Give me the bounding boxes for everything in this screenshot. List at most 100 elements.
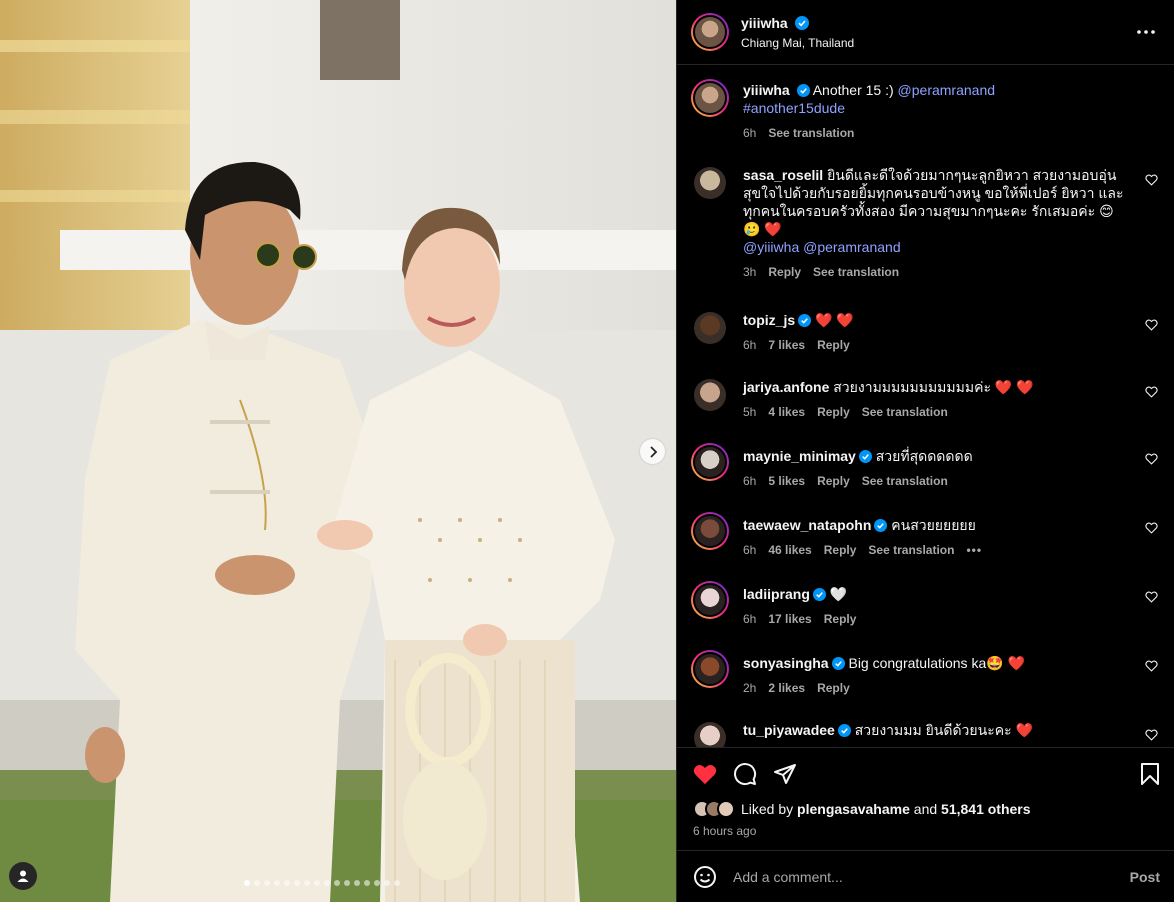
carousel-dot bbox=[364, 880, 370, 886]
comment-button[interactable] bbox=[733, 762, 757, 786]
save-button[interactable] bbox=[1138, 762, 1162, 786]
comment-time[interactable]: 6h bbox=[743, 610, 756, 628]
comment-meta: 2h 2 likes Reply bbox=[743, 679, 1132, 697]
comment-like-heart-icon[interactable] bbox=[1145, 453, 1158, 465]
likes-summary[interactable]: Liked by plengasavahame and 51,841 other… bbox=[693, 800, 1162, 818]
comment-meta: 6h 17 likes Reply bbox=[743, 610, 1132, 628]
reply-button[interactable]: Reply bbox=[817, 679, 850, 697]
comment-likes[interactable]: 5 likes bbox=[768, 472, 805, 490]
caption-avatar[interactable] bbox=[691, 79, 729, 117]
reply-button[interactable]: Reply bbox=[824, 610, 857, 628]
reply-button[interactable]: Reply bbox=[817, 472, 850, 490]
see-translation-button[interactable]: See translation bbox=[868, 541, 954, 559]
reply-button[interactable]: Reply bbox=[824, 541, 857, 559]
comment-like-heart-icon[interactable] bbox=[1145, 729, 1158, 741]
comment-time[interactable]: 5h bbox=[743, 746, 756, 747]
commenter-avatar[interactable] bbox=[694, 312, 726, 344]
commenter-username[interactable]: maynie_minimay bbox=[743, 448, 856, 464]
comment-time[interactable]: 6h bbox=[743, 472, 756, 490]
reply-button[interactable]: Reply bbox=[817, 403, 850, 421]
comment-likes[interactable]: 17 likes bbox=[768, 610, 811, 628]
comment-time[interactable]: 6h bbox=[743, 541, 756, 559]
caption-time[interactable]: 6h bbox=[743, 124, 756, 142]
instagram-post-view: yiiiwha Chiang Mai, Thailand yiiiwha Ano… bbox=[0, 0, 1174, 902]
commenter-username[interactable]: taewaew_natapohn bbox=[743, 517, 871, 533]
comment-meta: 3h Reply See translation bbox=[743, 263, 1132, 281]
reply-button[interactable]: Reply bbox=[768, 263, 801, 281]
liked-by-user[interactable]: plengasavahame bbox=[797, 801, 910, 817]
verified-icon bbox=[831, 657, 845, 670]
commenter-username[interactable]: tu_piyawadee bbox=[743, 722, 835, 738]
comment-item: jariya.anfone สวยงามมมมมมมมมมมค่ะ ❤️ ❤️ … bbox=[691, 376, 1158, 421]
caption-username[interactable]: yiiiwha bbox=[743, 82, 790, 98]
comment-like-heart-icon[interactable] bbox=[1145, 591, 1158, 603]
reply-button[interactable]: Reply bbox=[817, 336, 850, 354]
emoji-button[interactable] bbox=[693, 865, 717, 889]
comment-meta: 6h 46 likes Reply See translation ••• bbox=[743, 541, 1132, 559]
comment-time[interactable]: 5h bbox=[743, 403, 756, 421]
commenter-username[interactable]: sonyasingha bbox=[743, 655, 829, 671]
commenter-avatar[interactable] bbox=[691, 650, 729, 688]
next-slide-button[interactable] bbox=[640, 439, 665, 464]
caption-see-translation[interactable]: See translation bbox=[768, 124, 854, 142]
commenter-avatar[interactable] bbox=[691, 512, 729, 550]
wedding-photo bbox=[0, 0, 676, 902]
comment-more-button[interactable]: ••• bbox=[966, 541, 982, 559]
commenter-username[interactable]: topiz_js bbox=[743, 312, 795, 328]
commenter-username[interactable]: jariya.anfone bbox=[743, 379, 829, 395]
comment-like-heart-icon[interactable] bbox=[1145, 660, 1158, 672]
comment-like-heart-icon[interactable] bbox=[1145, 386, 1158, 398]
post-comment-button[interactable]: Post bbox=[1130, 869, 1160, 885]
comment-item: tu_piyawadee สวยงามมม ยินดีด้วยนะคะ ❤️ 5… bbox=[691, 719, 1158, 747]
like-button[interactable] bbox=[693, 762, 717, 786]
comment-like-heart-icon[interactable] bbox=[1145, 319, 1158, 331]
comment-text: ❤️ ❤️ bbox=[815, 312, 854, 328]
comment-likes[interactable]: 22 likes bbox=[768, 746, 811, 747]
comment-likes[interactable]: 2 likes bbox=[768, 679, 805, 697]
liked-and: and bbox=[913, 801, 938, 817]
comment-likes[interactable]: 4 likes bbox=[768, 403, 805, 421]
carousel-dot bbox=[284, 880, 290, 886]
commenter-username[interactable]: ladiiprang bbox=[743, 586, 810, 602]
post-timestamp[interactable]: 6 hours ago bbox=[693, 824, 1162, 838]
author-username[interactable]: yiiiwha bbox=[741, 15, 788, 31]
author-avatar[interactable] bbox=[691, 13, 729, 51]
comment-input[interactable]: Add a comment... bbox=[733, 869, 1130, 885]
comment-time[interactable]: 2h bbox=[743, 679, 756, 697]
comment-text: สวยที่สุดดดดดด bbox=[875, 448, 973, 464]
comment-time[interactable]: 3h bbox=[743, 263, 756, 281]
comment-likes[interactable]: 7 likes bbox=[768, 336, 805, 354]
verified-icon bbox=[795, 15, 810, 30]
post-location[interactable]: Chiang Mai, Thailand bbox=[741, 36, 1134, 50]
carousel-dot bbox=[324, 880, 330, 886]
user-tags-button[interactable] bbox=[9, 862, 37, 890]
see-translation-button[interactable]: See translation bbox=[862, 403, 948, 421]
comment-meta: 5h 4 likes Reply See translation bbox=[743, 403, 1132, 421]
caption-hashtag[interactable]: #another15dude bbox=[743, 100, 845, 116]
comment-text: คนสวยยยยยย bbox=[891, 517, 976, 533]
see-translation-button[interactable]: See translation bbox=[868, 746, 954, 747]
commenter-avatar[interactable] bbox=[691, 581, 729, 619]
see-translation-button[interactable]: See translation bbox=[813, 263, 899, 281]
comment-like-heart-icon[interactable] bbox=[1145, 174, 1158, 186]
commenter-avatar[interactable] bbox=[691, 443, 729, 481]
verified-icon bbox=[798, 314, 812, 327]
carousel-dot bbox=[354, 880, 360, 886]
comment-time[interactable]: 6h bbox=[743, 336, 756, 354]
likers-avatars bbox=[693, 800, 735, 818]
share-button[interactable] bbox=[773, 762, 797, 786]
commenter-avatar[interactable] bbox=[694, 379, 726, 411]
likes-count[interactable]: 51,841 others bbox=[941, 801, 1031, 817]
comment-likes[interactable]: 46 likes bbox=[768, 541, 811, 559]
comment-icon bbox=[734, 763, 757, 786]
reply-button[interactable]: Reply bbox=[824, 746, 857, 747]
commenter-username[interactable]: sasa_roselil bbox=[743, 167, 823, 183]
more-options-button[interactable] bbox=[1134, 20, 1158, 44]
see-translation-button[interactable]: See translation bbox=[862, 472, 948, 490]
post-photo[interactable] bbox=[0, 0, 676, 902]
comment-mentions[interactable]: @yiiiwha @peramranand bbox=[743, 239, 901, 255]
comment-like-heart-icon[interactable] bbox=[1145, 522, 1158, 534]
caption-mention[interactable]: @peramranand bbox=[898, 82, 996, 98]
commenter-avatar[interactable] bbox=[694, 722, 726, 747]
commenter-avatar[interactable] bbox=[694, 167, 726, 199]
